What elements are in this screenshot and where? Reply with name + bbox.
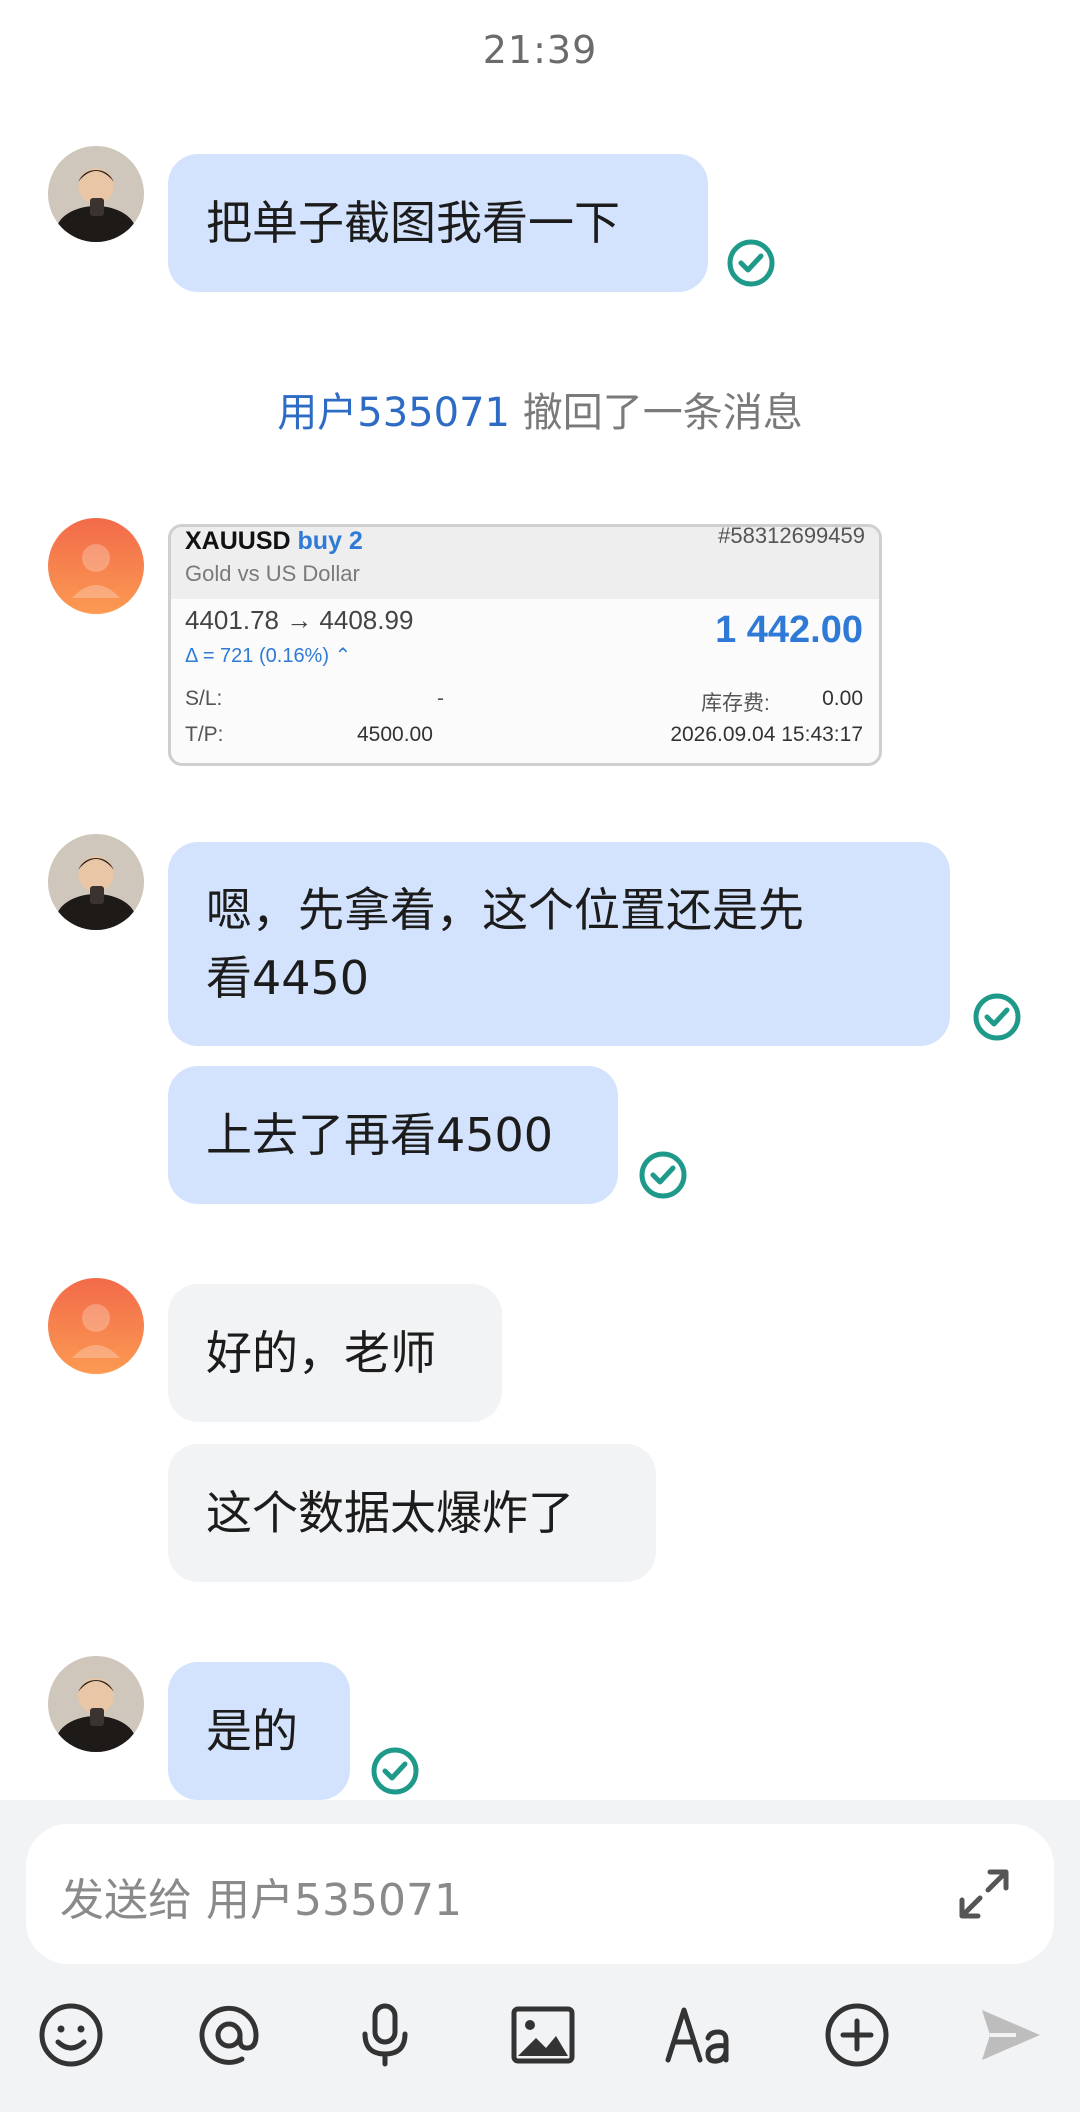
message-bubble-teacher[interactable]: 是的 <box>168 1662 350 1800</box>
card-tp-label: T/P: <box>185 723 224 746</box>
message-bubble-teacher[interactable]: 嗯，先拿着，这个位置还是先 看4450 <box>168 842 950 1046</box>
message-text-line: 看4450 <box>206 951 370 1005</box>
read-check-icon <box>726 238 776 288</box>
image-icon[interactable] <box>508 2000 578 2070</box>
voice-icon[interactable] <box>350 2000 420 2070</box>
composer-area: 发送给 用户535071 <box>0 1800 1080 2112</box>
card-prices: 4401.78 → 4408.99 <box>185 605 414 635</box>
message-text: 把单子截图我看一下 <box>206 196 620 250</box>
message-input[interactable]: 发送给 用户535071 <box>26 1824 1054 1964</box>
read-check-icon <box>370 1746 420 1796</box>
message-text: 是的 <box>206 1704 298 1758</box>
card-ticket: #58312699459 <box>718 524 865 548</box>
message-bubble-teacher[interactable]: 把单子截图我看一下 <box>168 154 708 292</box>
message-bubble-user[interactable]: 好的，老师 <box>168 1284 502 1422</box>
send-icon[interactable] <box>976 2000 1046 2070</box>
teacher-avatar[interactable] <box>48 1656 144 1752</box>
card-symbol: XAUUSD buy 2 <box>185 527 363 555</box>
status-time: 21:39 <box>482 28 598 72</box>
user-avatar[interactable] <box>48 1278 144 1374</box>
teacher-avatar[interactable] <box>48 146 144 242</box>
recall-text: 撤回了一条消息 <box>522 390 803 436</box>
card-profit: 1 442.00 <box>715 609 863 651</box>
expand-icon[interactable] <box>954 1864 1014 1924</box>
message-text: 这个数据太爆炸了 <box>206 1486 574 1540</box>
mention-icon[interactable] <box>194 2000 264 2070</box>
card-instrument-name: Gold vs US Dollar <box>185 561 360 586</box>
composer-toolbar <box>0 2000 1080 2090</box>
recall-notice: 用户535071 撤回了一条消息 <box>0 380 1080 438</box>
card-datetime: 2026.09.04 15:43:17 <box>670 723 863 746</box>
card-sl-label: S/L: <box>185 687 223 710</box>
message-input-placeholder: 发送给 用户535071 <box>60 1875 462 1926</box>
teacher-avatar[interactable] <box>48 834 144 930</box>
card-swap-label: 库存费: <box>701 692 770 715</box>
card-sl-value: - <box>437 687 444 710</box>
message-text: 好的，老师 <box>206 1326 436 1380</box>
read-check-icon <box>972 992 1022 1042</box>
user-avatar[interactable] <box>48 518 144 614</box>
emoji-icon[interactable] <box>36 2000 106 2070</box>
read-check-icon <box>638 1150 688 1200</box>
trade-screenshot-card[interactable]: XAUUSD buy 2 #58312699459 Gold vs US Dol… <box>168 524 882 766</box>
font-icon[interactable] <box>664 2000 734 2070</box>
card-delta: Δ = 721 (0.16%) ⌃ <box>185 645 352 667</box>
add-icon[interactable] <box>822 2000 892 2070</box>
card-direction: buy 2 <box>297 527 363 555</box>
message-bubble-user[interactable]: 这个数据太爆炸了 <box>168 1444 656 1582</box>
message-text-line: 嗯，先拿着，这个位置还是先 <box>206 883 804 937</box>
recall-user-link[interactable]: 用户535071 <box>277 390 510 436</box>
message-text: 上去了再看4500 <box>206 1108 554 1162</box>
message-bubble-teacher[interactable]: 上去了再看4500 <box>168 1066 618 1204</box>
card-swap-value: 0.00 <box>822 687 863 710</box>
card-tp-value: 4500.00 <box>357 723 433 746</box>
